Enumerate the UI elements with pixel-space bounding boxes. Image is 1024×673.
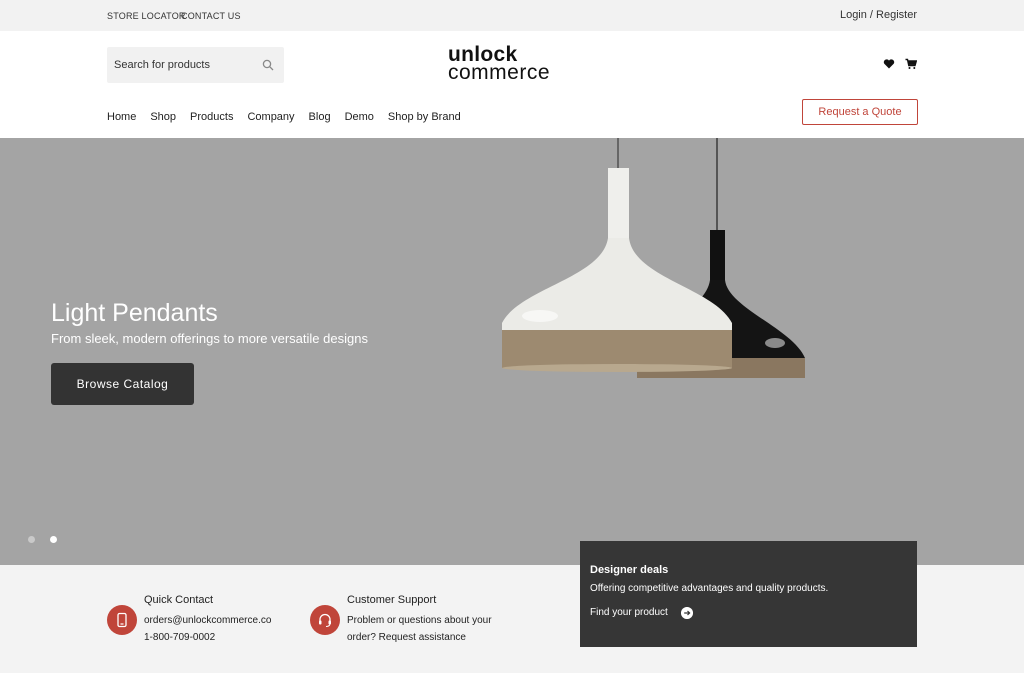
headset-icon xyxy=(310,605,340,635)
hero-title: Light Pendants xyxy=(51,299,218,327)
arrow-right-icon[interactable] xyxy=(681,607,693,619)
pendant-lamps-image xyxy=(502,138,805,378)
request-quote-button[interactable]: Request a Quote xyxy=(802,99,918,125)
login-register-link[interactable]: Login / Register xyxy=(840,9,917,21)
hero-banner: Light Pendants From sleek, modern offeri… xyxy=(0,138,1024,565)
find-product-link[interactable]: Find your product xyxy=(590,607,668,618)
designer-deals-card: Designer deals Offering competitive adva… xyxy=(580,541,917,647)
nav-demo[interactable]: Demo xyxy=(345,111,374,123)
slide-dot-1[interactable] xyxy=(28,536,35,543)
contact-us-link[interactable]: CONTACT US xyxy=(181,11,241,21)
contact-phone[interactable]: 1-800-709-0002 xyxy=(144,632,215,643)
top-utility-bar: STORE LOCATOR CONTACT US Login / Registe… xyxy=(0,0,1024,31)
main-nav: Home Shop Products Company Blog Demo Sho… xyxy=(107,111,475,123)
search-input[interactable] xyxy=(107,47,257,83)
store-locator-link[interactable]: STORE LOCATOR xyxy=(107,11,186,21)
contact-email[interactable]: orders@unlockcommerce.co xyxy=(144,615,271,626)
nav-shop-by-brand[interactable]: Shop by Brand xyxy=(388,111,461,123)
support-line-2[interactable]: order? Request assistance xyxy=(347,632,466,643)
logo-line-2: commerce xyxy=(448,61,551,84)
nav-company[interactable]: Company xyxy=(247,111,294,123)
nav-blog[interactable]: Blog xyxy=(309,111,331,123)
nav-products[interactable]: Products xyxy=(190,111,233,123)
support-line-1: Problem or questions about your xyxy=(347,615,492,626)
search-box xyxy=(107,47,284,83)
search-icon[interactable] xyxy=(262,59,274,71)
logo[interactable]: unlock commerce xyxy=(448,44,578,86)
browse-catalog-button[interactable]: Browse Catalog xyxy=(51,363,194,405)
heart-icon[interactable] xyxy=(883,58,895,70)
cart-icon[interactable] xyxy=(905,58,917,70)
slide-dot-2-active[interactable] xyxy=(50,536,57,543)
deals-title: Designer deals xyxy=(590,564,669,576)
nav-shop[interactable]: Shop xyxy=(150,111,176,123)
hero-subtitle: From sleek, modern offerings to more ver… xyxy=(51,331,368,346)
phone-icon xyxy=(107,605,137,635)
customer-support-title: Customer Support xyxy=(347,594,437,606)
quick-contact-title: Quick Contact xyxy=(144,594,214,606)
nav-home[interactable]: Home xyxy=(107,111,136,123)
deals-description: Offering competitive advantages and qual… xyxy=(590,583,829,594)
